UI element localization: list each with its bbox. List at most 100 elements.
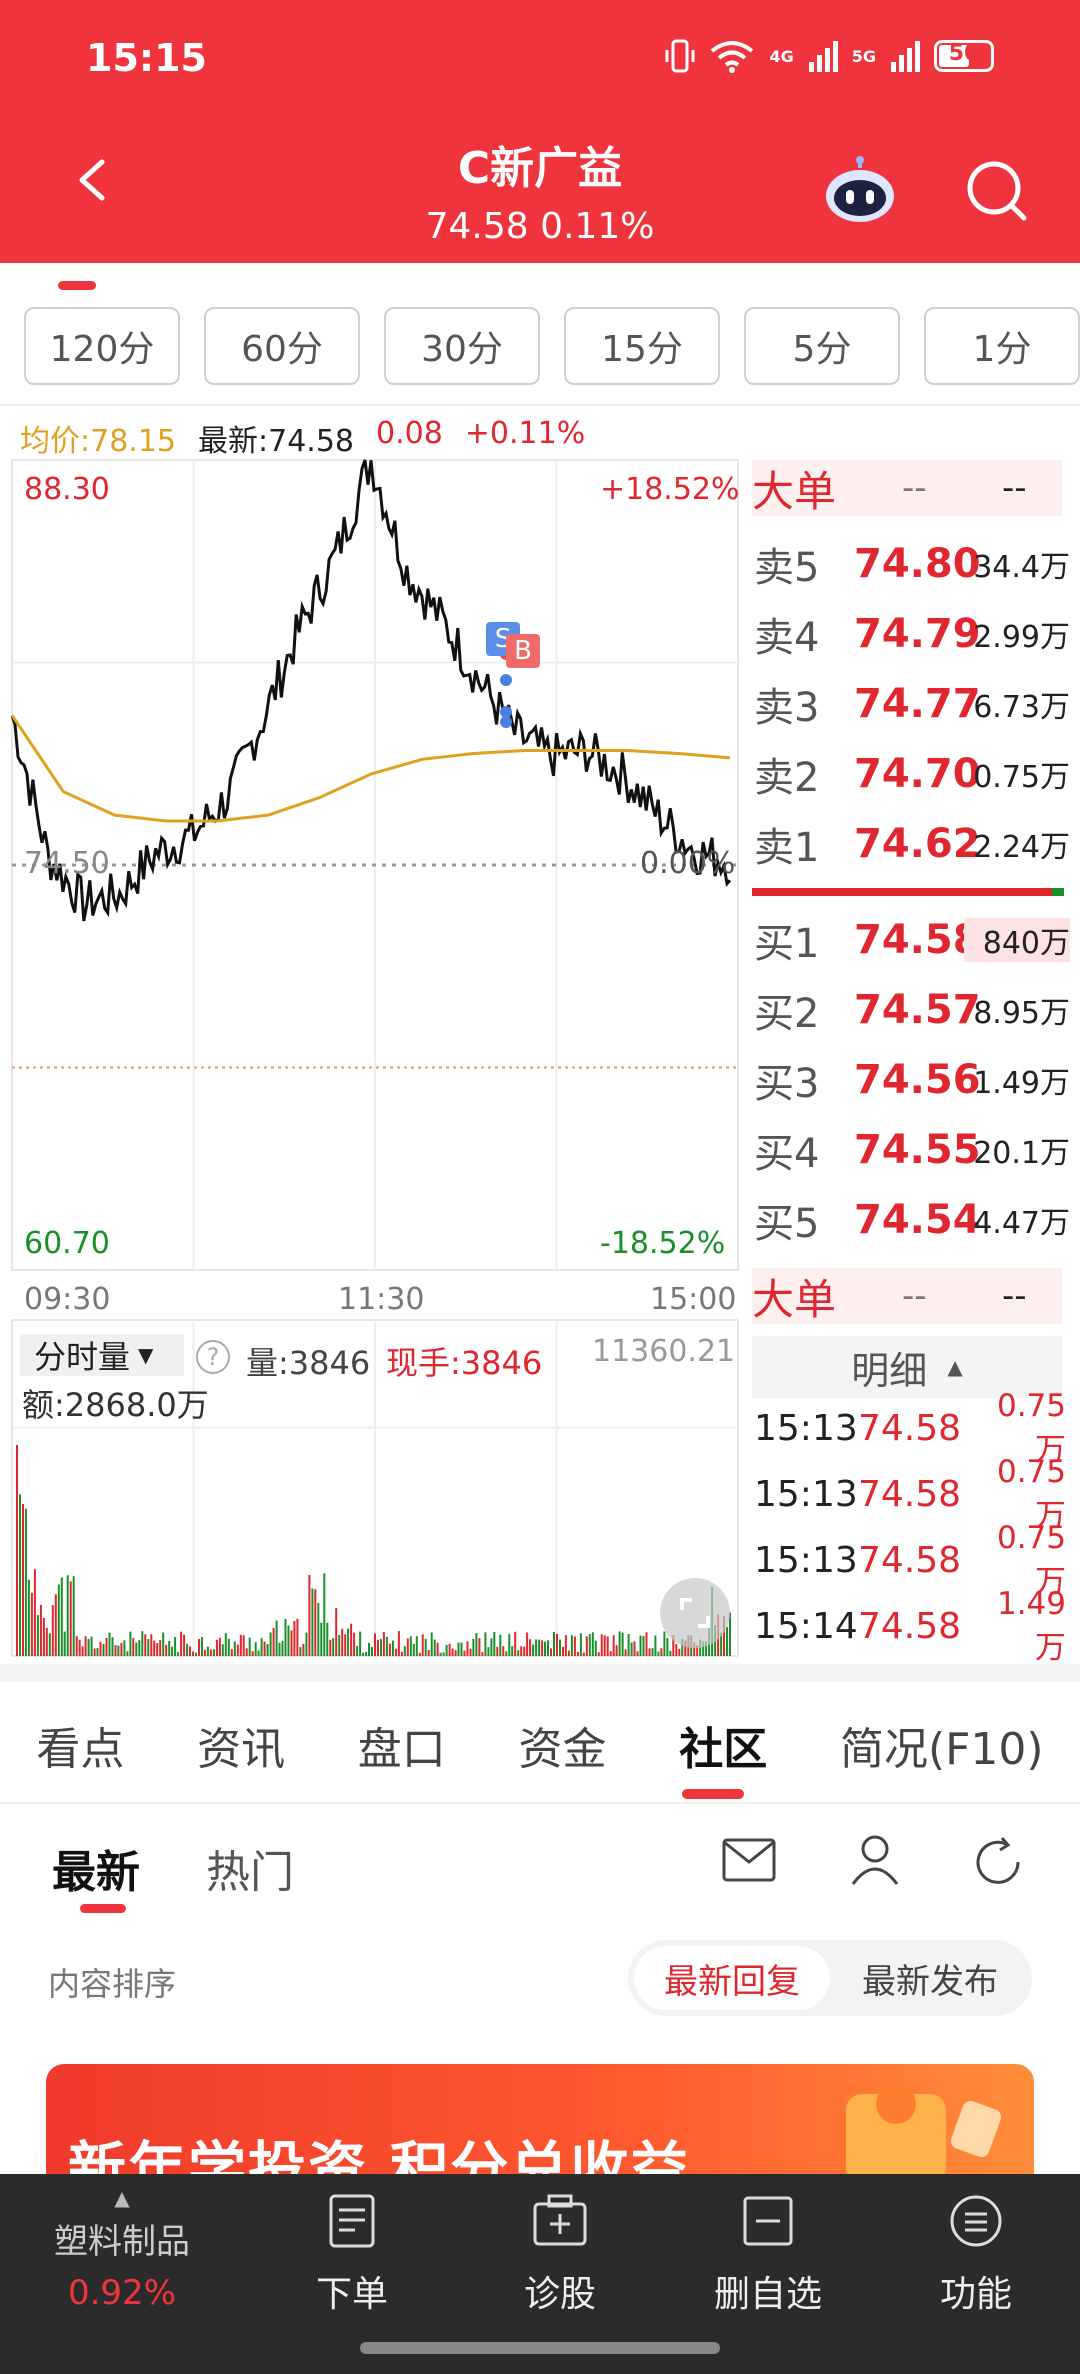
- y-mid-pct-label: 0.00%: [640, 846, 736, 881]
- tab-latest[interactable]: 最新: [52, 1836, 140, 1900]
- period-tab-1[interactable]: 1分: [924, 307, 1080, 385]
- trade-volume: 1.49万: [996, 1585, 1066, 1666]
- robot-assistant-icon[interactable]: [822, 156, 898, 224]
- big-order-label-2: 大单: [752, 1274, 837, 1324]
- volume-bar: [311, 1588, 314, 1656]
- big-order-a: --: [902, 468, 927, 508]
- tab-profile[interactable]: 简况(F10): [840, 1713, 1044, 1777]
- volume-bar: [353, 1632, 356, 1656]
- volume-bar: [612, 1635, 615, 1656]
- volume-bar: [550, 1648, 552, 1656]
- period-tab-60[interactable]: 60分: [204, 307, 360, 385]
- diagnose-button[interactable]: 诊股: [480, 2194, 640, 2317]
- tab-news[interactable]: 资讯: [197, 1713, 285, 1777]
- volume-bar: [30, 1592, 33, 1656]
- volume-selector[interactable]: 分时量 ▼: [20, 1334, 184, 1376]
- period-tab-5[interactable]: 5分: [744, 307, 900, 385]
- volume-bar: [591, 1632, 594, 1656]
- volume-bar: [162, 1632, 165, 1656]
- period-tab-15[interactable]: 15分: [564, 307, 720, 385]
- volume-bar: [633, 1641, 636, 1656]
- remove-icon: [743, 2196, 793, 2246]
- bid-row[interactable]: 买4 74.55 20.1万: [754, 1120, 1074, 1180]
- volume-bar: [203, 1649, 206, 1656]
- volume-bar: [359, 1631, 362, 1656]
- order-button[interactable]: 下单: [272, 2194, 432, 2317]
- volume-bar: [469, 1648, 472, 1656]
- period-tabs: 120分 60分 30分 15分 5分 1分: [24, 307, 1080, 385]
- period-tab-120[interactable]: 120分: [24, 307, 180, 385]
- volume-bar: [141, 1631, 144, 1656]
- tab-market[interactable]: 盘口: [358, 1713, 446, 1777]
- help-icon[interactable]: ?: [196, 1340, 230, 1374]
- fullscreen-button[interactable]: [660, 1578, 730, 1648]
- volume-bar: [463, 1650, 466, 1656]
- buy-marker[interactable]: B: [506, 634, 540, 668]
- volume-bar: [603, 1635, 606, 1656]
- volume-bar: [266, 1644, 269, 1656]
- volume-bar: [430, 1632, 433, 1656]
- volume-bar: [218, 1638, 221, 1656]
- volume-bar: [642, 1636, 645, 1656]
- ask-row[interactable]: 卖2 74.70 0.75万: [754, 744, 1074, 804]
- volume-bar: [615, 1645, 618, 1656]
- trade-time: 15:14: [754, 1605, 858, 1647]
- volume-bar: [660, 1648, 663, 1656]
- volume-bar: [374, 1633, 376, 1656]
- sector-info[interactable]: ▲ 塑料制品 0.92%: [42, 2188, 202, 2313]
- intraday-chart[interactable]: [0, 450, 745, 1660]
- bid-volume: 8.95万: [973, 996, 1070, 1031]
- bid-row[interactable]: 买3 74.56 1.49万: [754, 1050, 1074, 1110]
- volume-bar: [24, 1508, 27, 1656]
- ask-row[interactable]: 卖5 74.80 34.4万: [754, 534, 1074, 594]
- volume-bar: [600, 1634, 603, 1656]
- volume-bar: [251, 1651, 254, 1656]
- function-button[interactable]: 功能: [896, 2194, 1056, 2317]
- ask-volume: 2.99万: [973, 620, 1070, 655]
- period-tab-30[interactable]: 30分: [384, 307, 540, 385]
- sort-latest-reply[interactable]: 最新回复: [634, 1946, 830, 2010]
- volume-bar: [147, 1639, 150, 1656]
- volume-bar: [648, 1648, 651, 1656]
- volume-bar: [332, 1638, 335, 1656]
- ask-row[interactable]: 卖4 74.79 2.99万: [754, 604, 1074, 664]
- tab-hot[interactable]: 热门: [206, 1836, 294, 1900]
- bid-row[interactable]: 买1 74.58 840万: [754, 910, 1074, 970]
- tab-community[interactable]: 社区: [679, 1713, 767, 1777]
- promo-banner[interactable]: 新年学投资 积分兑收益: [46, 2064, 1034, 2184]
- bid-row[interactable]: 买2 74.57 8.95万: [754, 980, 1074, 1040]
- big-order-top: 大单 -- --: [752, 460, 1062, 516]
- mail-icon[interactable]: [722, 1838, 776, 1882]
- bid-row[interactable]: 买5 74.54 4.47万: [754, 1190, 1074, 1250]
- volume-bar: [150, 1634, 153, 1656]
- user-icon[interactable]: [850, 1834, 900, 1886]
- tab-highlights[interactable]: 看点: [36, 1713, 124, 1777]
- tab-funds[interactable]: 资金: [519, 1713, 607, 1777]
- search-icon[interactable]: [964, 158, 1028, 222]
- ask-price: 74.80: [854, 541, 981, 587]
- volume-bar: [460, 1642, 463, 1656]
- y-high-label: 88.30: [24, 472, 110, 507]
- volume-bar: [567, 1650, 570, 1656]
- remove-watchlist-button[interactable]: 删自选: [688, 2194, 848, 2317]
- volume-bar: [347, 1628, 350, 1656]
- sort-latest-publish[interactable]: 最新发布: [834, 1946, 1026, 2010]
- volume-bar: [42, 1618, 45, 1656]
- bid-ask-divider-green: [1052, 888, 1064, 896]
- ask-row[interactable]: 卖3 74.77 6.73万: [754, 674, 1074, 734]
- volume-bar: [195, 1652, 197, 1656]
- volume-bar: [481, 1652, 484, 1656]
- volume-bar: [475, 1633, 478, 1656]
- ask-level: 卖1: [754, 825, 820, 871]
- refresh-icon[interactable]: [972, 1836, 1026, 1888]
- volume-bar: [90, 1636, 93, 1656]
- volume-bar: [424, 1638, 427, 1656]
- ask-row[interactable]: 卖1 74.62 2.24万: [754, 814, 1074, 874]
- volume-bar: [394, 1648, 397, 1656]
- buy-marker-label: B: [514, 636, 532, 666]
- volume-bar: [454, 1650, 457, 1656]
- menu-icon: [950, 2195, 1002, 2247]
- volume-bar: [556, 1634, 558, 1656]
- volume-bar: [645, 1632, 648, 1656]
- volume-bar: [320, 1622, 323, 1656]
